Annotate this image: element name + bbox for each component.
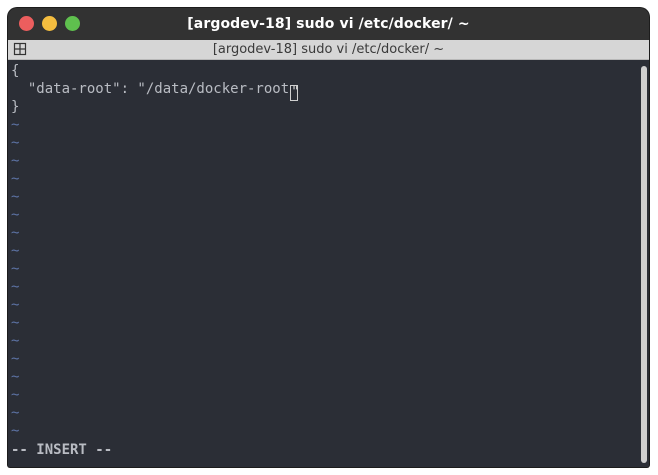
minimize-icon[interactable] [42, 16, 57, 31]
title-bar[interactable]: [argodev-18] sudo vi /etc/docker/ ~ [8, 8, 649, 40]
empty-line-tilde: ~ [11, 423, 20, 439]
text-cursor: " [290, 84, 300, 101]
editor-line-3: } [11, 99, 20, 115]
empty-line-tilde: ~ [11, 369, 20, 385]
editor-line-2: "data-root": "/data/docker-root " [11, 80, 300, 101]
empty-line-tilde: ~ [11, 225, 20, 241]
empty-line-tilde: ~ [11, 351, 20, 367]
empty-line-tilde: ~ [11, 405, 20, 421]
mode-indicator: -- INSERT -- [11, 442, 113, 458]
maximize-icon[interactable] [65, 16, 80, 31]
empty-line-tilde: ~ [11, 261, 20, 277]
window-title: [argodev-18] sudo vi /etc/docker/ ~ [187, 16, 470, 32]
empty-line-tilde: ~ [11, 333, 20, 349]
empty-line-tilde: ~ [11, 135, 20, 151]
empty-line-tilde: ~ [11, 297, 20, 313]
close-icon[interactable] [19, 16, 34, 31]
empty-line-tilde: ~ [11, 387, 20, 403]
vim-editor[interactable]: { "data-root": "/data/docker-root " } ~ ~ ~… [8, 60, 649, 467]
empty-line-tilde: ~ [11, 189, 20, 205]
window-controls [19, 16, 80, 31]
editor-line-2-text: "data-root": "/data/docker-root [11, 81, 290, 97]
terminal-window: [argodev-18] sudo vi /etc/docker/ ~ [arg… [8, 8, 649, 467]
empty-line-tilde: ~ [11, 279, 20, 295]
empty-line-tilde: ~ [11, 315, 20, 331]
empty-line-tilde: ~ [11, 207, 20, 223]
empty-line-tilde: ~ [11, 171, 20, 187]
tab-bar: [argodev-18] sudo vi /etc/docker/ ~ [8, 40, 649, 60]
tab-title[interactable]: [argodev-18] sudo vi /etc/docker/ ~ [213, 42, 444, 57]
scrollbar[interactable] [641, 66, 647, 463]
editor-line-1: { [11, 63, 20, 79]
split-pane-icon[interactable] [13, 42, 27, 56]
empty-line-tilde: ~ [11, 117, 20, 133]
empty-line-tilde: ~ [11, 153, 20, 169]
empty-line-tilde: ~ [11, 243, 20, 259]
